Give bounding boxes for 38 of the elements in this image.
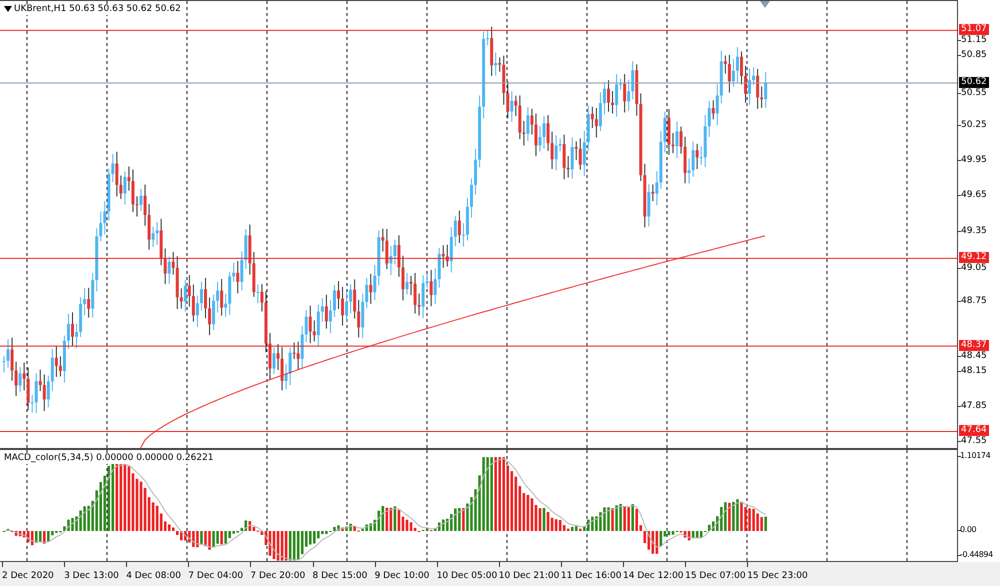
time-tick-label: 11 Dec 16:00 [560, 571, 622, 582]
price-tick-label: 50.55 [961, 88, 987, 98]
time-tick-label: 15 Dec 23:00 [747, 571, 808, 582]
price-tick-label: 47.55 [961, 436, 987, 446]
time-tick-label: 7 Dec 04:00 [188, 571, 244, 582]
shift-marker-icon[interactable] [760, 1, 770, 8]
price-tick-label: 49.05 [961, 263, 987, 274]
chart-title: UKBrent,H1 50.63 50.63 50.62 50.62 [14, 4, 181, 15]
time-tick-label: 14 Dec 12:00 [623, 571, 684, 582]
time-tick-label: 10 Dec 21:00 [498, 571, 560, 582]
indicator-tick-label: 0.00 [960, 525, 976, 535]
price-tick-label: 48.75 [961, 296, 987, 306]
indicator-tick-label: -0.44894 [960, 550, 993, 560]
indicator-tick-label: 1.10174 [960, 451, 990, 461]
indicator-title: MACD_color(5,34,5) 0.00000 0.00000 0.26221 [4, 453, 214, 464]
price-level-label: 48.37 [959, 340, 989, 352]
price-tick-label: 49.95 [961, 155, 987, 166]
price-tick-label: 51.15 [961, 35, 987, 46]
price-tick-label: 50.85 [961, 50, 987, 60]
time-tick-label: 3 Dec 13:00 [64, 571, 119, 582]
price-tick-label: 47.85 [961, 400, 987, 411]
price-tick-label: 50.25 [961, 120, 987, 130]
dropdown-triangle-icon[interactable] [4, 6, 12, 12]
price-level-label: 51.07 [959, 24, 989, 36]
time-tick-label: 4 Dec 08:00 [126, 571, 181, 582]
price-tick-label: 48.15 [961, 366, 987, 376]
time-tick-label: 15 Dec 07:00 [685, 571, 746, 582]
time-tick-label: 2 Dec 2020 [2, 571, 54, 582]
time-tick-label: 8 Dec 15:00 [312, 571, 368, 582]
price-level-label: 47.64 [959, 425, 989, 436]
time-tick-label: 7 Dec 20:00 [250, 571, 306, 582]
price-level-label: 50.62 [959, 76, 989, 88]
price-tick-label: 49.65 [961, 190, 987, 200]
price-tick-label: 48.45 [961, 351, 987, 362]
price-tick-label: 49.35 [961, 226, 987, 236]
time-tick-label: 9 Dec 10:00 [374, 571, 430, 582]
price-level-label: 49.12 [959, 252, 989, 264]
time-tick-label: 10 Dec 05:00 [436, 571, 498, 582]
